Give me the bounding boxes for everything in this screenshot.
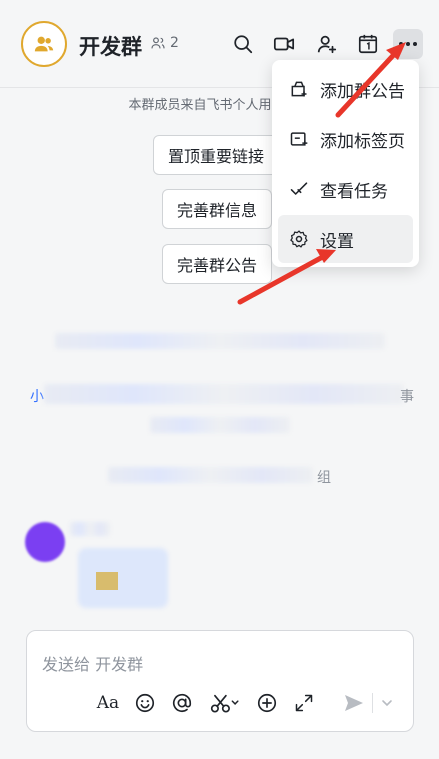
- pin-link-button[interactable]: 置顶重要链接: [153, 135, 280, 175]
- menu-item-label: 添加群公告: [320, 81, 405, 102]
- more-tools-button[interactable]: [253, 689, 281, 717]
- menu-item-label: 添加标签页: [320, 131, 405, 152]
- add-member-button[interactable]: [313, 30, 341, 58]
- more-icon: [399, 42, 417, 46]
- send-button[interactable]: [340, 689, 368, 717]
- screenshot-button[interactable]: [207, 689, 243, 717]
- menu-item-label: 设置: [320, 231, 354, 252]
- send-options-button[interactable]: [377, 689, 397, 717]
- emoji-icon: [135, 693, 155, 713]
- member-count[interactable]: 2: [150, 35, 179, 51]
- emoji-button[interactable]: [131, 689, 159, 717]
- blurred-message: [108, 467, 313, 483]
- search-icon: [234, 35, 253, 54]
- calendar-icon: [358, 34, 378, 54]
- task-check-icon: [288, 178, 310, 200]
- blurred-message-bubble[interactable]: [78, 548, 168, 608]
- blurred-message: [55, 333, 385, 349]
- members-icon: [151, 37, 165, 49]
- group-name[interactable]: 开发群: [79, 31, 142, 61]
- divider: [372, 693, 373, 713]
- plus-circle-icon: [257, 693, 277, 713]
- member-count-value: 2: [170, 35, 179, 51]
- send-icon: [345, 695, 363, 711]
- add-user-icon: [317, 35, 337, 54]
- menu-item-view-tasks[interactable]: 查看任务: [278, 165, 413, 213]
- video-call-button[interactable]: [270, 30, 298, 58]
- more-button[interactable]: [393, 29, 423, 59]
- text-format-icon: Aa: [96, 693, 120, 713]
- menu-item-settings[interactable]: 设置: [278, 215, 413, 263]
- search-chat-button[interactable]: [229, 30, 257, 58]
- menu-item-label: 查看任务: [320, 181, 388, 202]
- calendar-button[interactable]: [354, 30, 382, 58]
- blurred-sender-name: [70, 522, 110, 536]
- tab-plus-icon: [288, 128, 310, 150]
- system-group-suffix: 组: [317, 470, 331, 486]
- message-composer: 发送给 开发群 Aa: [26, 630, 414, 732]
- expand-icon: [295, 694, 313, 712]
- format-text-button[interactable]: Aa: [94, 689, 122, 717]
- more-menu: 添加群公告 添加标签页 查看任务 设置: [272, 60, 419, 267]
- message-input[interactable]: 发送给 开发群: [42, 651, 143, 675]
- expand-button[interactable]: [290, 689, 318, 717]
- blurred-message: [44, 384, 404, 404]
- chevron-down-icon: [382, 700, 392, 707]
- system-message-prefix: 小: [30, 389, 44, 405]
- system-message-suffix: 事: [400, 389, 414, 405]
- sender-avatar[interactable]: [25, 522, 65, 562]
- blurred-image: [96, 572, 118, 590]
- scissors-icon: [210, 694, 239, 713]
- video-icon: [273, 37, 295, 51]
- menu-item-add-notice[interactable]: 添加群公告: [278, 65, 413, 113]
- complete-group-info-button[interactable]: 完善群信息: [162, 189, 273, 229]
- mention-button[interactable]: [168, 689, 196, 717]
- gear-icon: [288, 228, 310, 250]
- complete-group-notice-button[interactable]: 完善群公告: [162, 244, 273, 284]
- group-icon: [34, 36, 54, 52]
- blurred-message: [150, 417, 290, 433]
- at-icon: [172, 693, 192, 713]
- group-avatar[interactable]: [21, 21, 67, 67]
- notice-plus-icon: [288, 78, 310, 100]
- menu-item-add-tab[interactable]: 添加标签页: [278, 115, 413, 163]
